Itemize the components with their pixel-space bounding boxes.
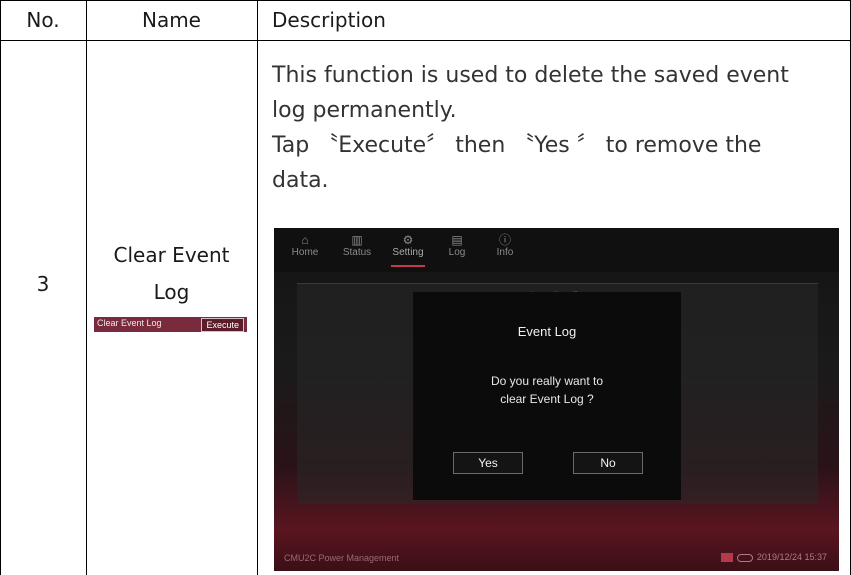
- dialog-message-line: Do you really want to: [490, 374, 604, 388]
- document-table: No. Name Description 3 Clear Event Log C…: [0, 0, 851, 575]
- description-line: This function is used to delete the save…: [272, 63, 789, 88]
- header-description: Description: [272, 8, 386, 32]
- description-line: log permanently.: [272, 98, 457, 123]
- status-icon: ▥: [351, 233, 363, 247]
- header-divider: [0, 40, 851, 41]
- nav-setting: ⚙ Setting: [383, 233, 433, 267]
- preview-label: Clear Event Log: [97, 318, 162, 328]
- row-number: 3: [36, 272, 50, 296]
- device-nav-bar: ⌂ Home ▥ Status ⚙ Setting ▤ Log ⓘ Info: [274, 228, 839, 272]
- info-icon: ⓘ: [498, 233, 511, 247]
- description-line: data.: [272, 168, 329, 193]
- clear-event-log-preview: Clear Event Log Execute: [94, 317, 247, 332]
- dialog-message: Do you really want to clear Event Log ?: [413, 372, 681, 408]
- footer-datetime: 2019/12/24 15:37: [756, 552, 827, 562]
- no-button: No: [573, 452, 643, 474]
- nav-log: ▤ Log: [432, 233, 482, 258]
- row-name-line1: Clear Event: [113, 243, 230, 267]
- nav-label: Log: [448, 247, 466, 258]
- device-screenshot: ⌂ Home ▥ Status ⚙ Setting ▤ Log ⓘ Info L…: [274, 228, 839, 571]
- yes-button: Yes: [453, 452, 523, 474]
- sd-card-icon: [720, 553, 733, 563]
- nav-home: ⌂ Home: [280, 233, 330, 258]
- header-no: No.: [26, 8, 60, 32]
- header-name: Name: [141, 8, 201, 32]
- footer-status: 2019/12/24 15:37: [720, 552, 827, 563]
- nav-status: ▥ Status: [332, 233, 382, 258]
- confirm-dialog: Event Log Do you really want to clear Ev…: [413, 292, 681, 500]
- nav-label: Setting: [392, 247, 424, 258]
- dialog-title: Event Log: [517, 324, 577, 339]
- column-divider-2: [257, 0, 258, 575]
- row-description: This function is used to delete the save…: [272, 58, 844, 198]
- row-name-line2: Log: [153, 280, 190, 304]
- home-icon: ⌂: [301, 233, 309, 247]
- nav-info: ⓘ Info: [480, 233, 530, 258]
- device-footer: CMU2C Power Management 2019/12/24 15:37: [274, 546, 839, 571]
- footer-title: CMU2C Power Management: [284, 553, 400, 563]
- nav-label: Home: [291, 247, 319, 258]
- log-icon: ▤: [451, 233, 463, 247]
- dialog-message-line: clear Event Log ?: [500, 392, 594, 406]
- preview-execute-button: Execute: [201, 318, 244, 332]
- description-line: Tap 〝Execute〞 then 〝Yes 〞 to remove the: [272, 133, 762, 158]
- connection-icon: [736, 553, 753, 562]
- nav-label: Info: [496, 247, 514, 258]
- nav-label: Status: [342, 247, 372, 258]
- gear-icon: ⚙: [402, 233, 414, 247]
